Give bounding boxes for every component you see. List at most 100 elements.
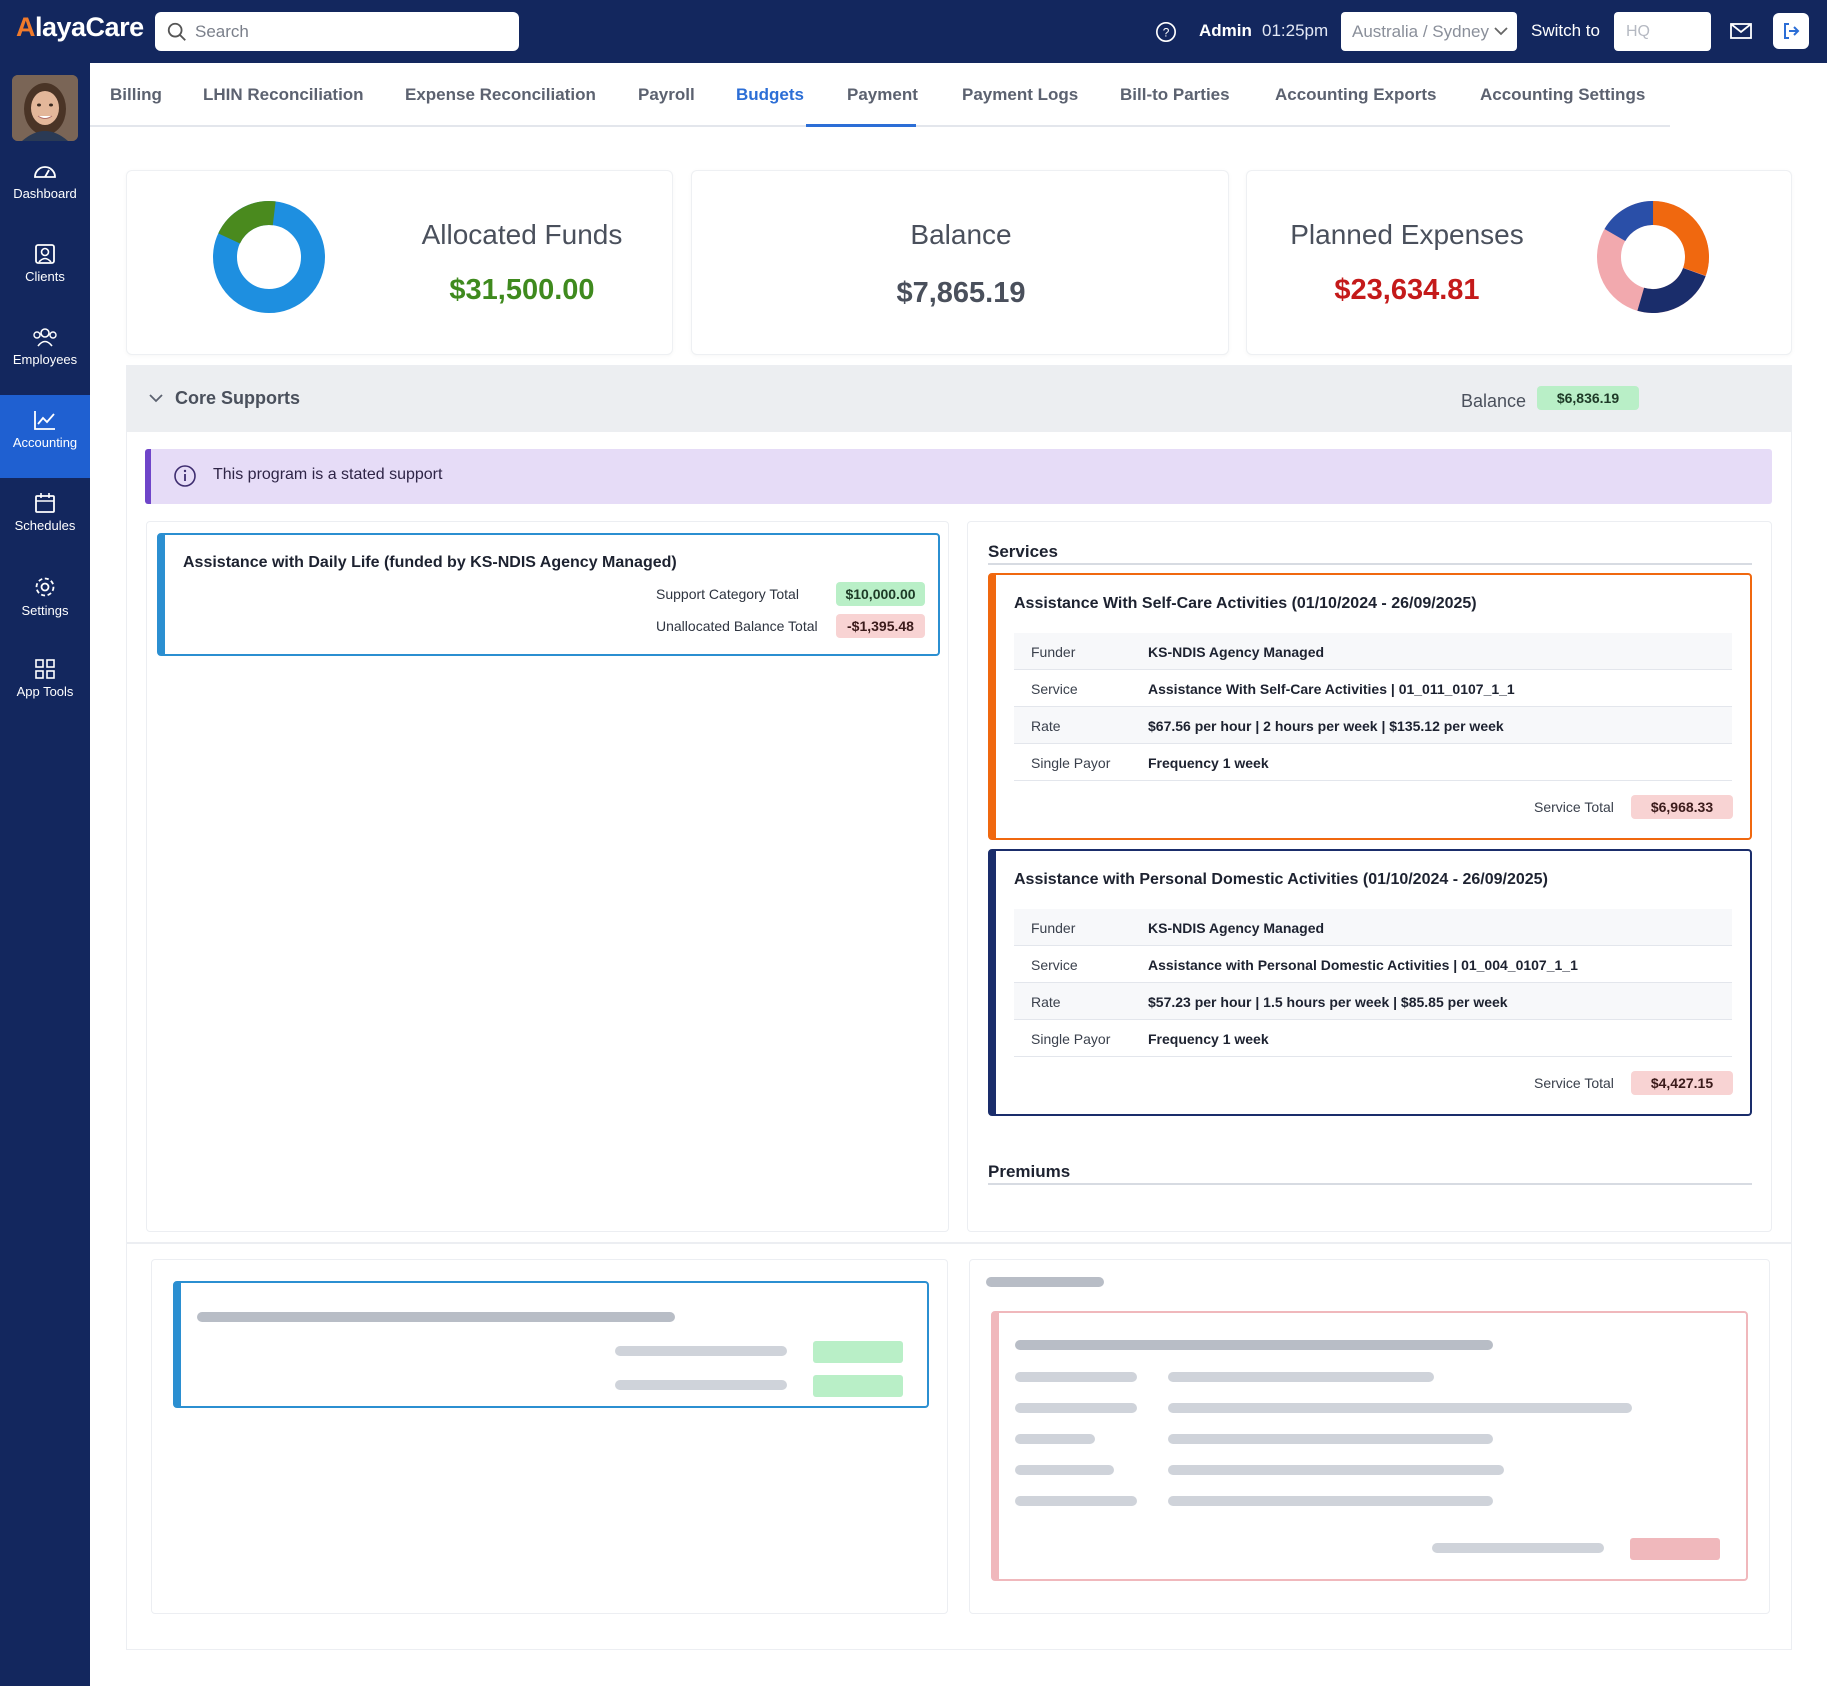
skeleton-pill	[1630, 1538, 1720, 1560]
skeleton-pill	[813, 1341, 903, 1363]
tab-accounting-exports[interactable]: Accounting Exports	[1275, 85, 1437, 105]
skeleton-category-card	[173, 1281, 929, 1408]
service-total-value: $6,968.33	[1631, 795, 1733, 819]
calendar-icon	[35, 493, 55, 513]
support-category-total-value: $10,000.00	[836, 582, 925, 606]
sidebar-item-settings[interactable]: Settings	[0, 561, 90, 644]
core-supports-title: Core Supports	[175, 388, 301, 408]
switch-to-label: Switch to	[1531, 21, 1600, 40]
info-icon	[174, 465, 196, 487]
service-row-rate: Rate $67.56 per hour | 2 hours per week …	[1014, 707, 1732, 744]
region-select[interactable]: Australia / Sydney	[1341, 12, 1517, 51]
help-icon[interactable]: ?	[1155, 21, 1177, 43]
logout-button[interactable]	[1773, 13, 1809, 49]
planned-expenses-value: $23,634.81	[1334, 274, 1480, 306]
service-row-single-payor: Single Payor Frequency 1 week	[1014, 1020, 1732, 1057]
avatar[interactable]	[12, 75, 78, 141]
service-row-value: Frequency 1 week	[1148, 755, 1269, 771]
skeleton-line	[1168, 1496, 1493, 1506]
tab-lhin-reconciliation[interactable]: LHIN Reconciliation	[203, 85, 364, 105]
skeleton-line	[615, 1346, 787, 1356]
service-row-single-payor: Single Payor Frequency 1 week	[1014, 744, 1732, 781]
service-row-key: Single Payor	[1031, 755, 1111, 771]
top-bar: AlayaCare ? Admin 01:25pm Australia / Sy…	[0, 0, 1827, 63]
skeleton-line	[197, 1312, 675, 1322]
sidebar-item-app-tools[interactable]: App Tools	[0, 644, 90, 727]
logout-icon	[1784, 23, 1800, 39]
sidebar-item-dashboard[interactable]: Dashboard	[0, 146, 90, 229]
chevron-down-icon	[1494, 27, 1508, 36]
service-row-value: KS-NDIS Agency Managed	[1148, 644, 1325, 660]
skeleton-line	[1432, 1543, 1604, 1553]
service-total-value: $4,427.15	[1631, 1071, 1733, 1095]
tab-payroll[interactable]: Payroll	[638, 85, 695, 105]
skeleton-line	[1015, 1403, 1137, 1413]
service-row-key: Rate	[1031, 994, 1061, 1010]
service-card[interactable]: Assistance with Personal Domestic Activi…	[988, 849, 1752, 1116]
unallocated-balance-value: -$1,395.48	[836, 614, 925, 638]
unallocated-balance-label: Unallocated Balance Total	[656, 618, 818, 634]
skeleton-line	[1168, 1465, 1504, 1475]
service-row-value: Frequency 1 week	[1148, 1031, 1269, 1047]
app-logo[interactable]: AlayaCare	[16, 12, 144, 43]
sidebar-item-label: Settings	[21, 603, 69, 618]
service-row-key: Service	[1031, 681, 1078, 697]
service-row-value: Assistance with Personal Domestic Activi…	[1148, 957, 1578, 973]
gear-icon	[35, 577, 55, 597]
region-value: Australia / Sydney	[1352, 22, 1490, 41]
active-tab-indicator	[806, 124, 916, 127]
skeleton-line	[615, 1380, 787, 1390]
skeleton-line	[1015, 1465, 1114, 1475]
service-row-value: $57.23 per hour | 1.5 hours per week | $…	[1148, 994, 1508, 1010]
sidebar-item-label: Clients	[25, 269, 65, 284]
core-supports-header[interactable]: Core Supports Balance $6,836.19	[127, 366, 1791, 432]
services-divider	[988, 563, 1752, 565]
sidebar: Dashboard Clients Employees Accounting S…	[0, 63, 90, 1686]
switch-to-field[interactable]	[1614, 12, 1711, 51]
service-row-rate: Rate $57.23 per hour | 1.5 hours per wee…	[1014, 983, 1732, 1020]
planned-expenses-donut	[1597, 201, 1709, 313]
dashboard-gauge-icon	[34, 166, 56, 178]
skeleton-pill	[813, 1375, 903, 1397]
tab-bill-to-parties[interactable]: Bill-to Parties	[1120, 85, 1230, 105]
balance-value: $7,865.19	[896, 277, 1026, 309]
service-title: Assistance With Self-Care Activities (01…	[1014, 595, 1477, 612]
tab-expense-reconciliation[interactable]: Expense Reconciliation	[405, 85, 596, 105]
sidebar-item-clients[interactable]: Clients	[0, 229, 90, 312]
service-row-key: Single Payor	[1031, 1031, 1111, 1047]
stated-support-notice: This program is a stated support	[145, 449, 1772, 504]
search-box[interactable]	[155, 12, 519, 51]
skeleton-line	[1168, 1372, 1434, 1382]
app-logo-text: layaCare	[35, 12, 144, 42]
service-row-key: Funder	[1031, 644, 1076, 660]
service-row-key: Service	[1031, 957, 1078, 973]
tab-billing[interactable]: Billing	[110, 85, 162, 105]
tab-payment-logs[interactable]: Payment Logs	[962, 85, 1078, 105]
sidebar-item-label: Accounting	[12, 435, 78, 450]
service-row-value: Assistance With Self-Care Activities | 0…	[1148, 681, 1515, 697]
switch-to-input[interactable]	[1614, 12, 1711, 51]
chevron-down-icon[interactable]	[149, 393, 163, 403]
planned-expenses-title: Planned Expenses	[1290, 219, 1524, 250]
tab-payment[interactable]: Payment	[847, 85, 918, 105]
service-total-label: Service Total	[1534, 799, 1614, 815]
sidebar-item-schedules[interactable]: Schedules	[0, 478, 90, 561]
sidebar-item-employees[interactable]: Employees	[0, 312, 90, 395]
sidebar-item-accounting[interactable]: Accounting	[0, 395, 90, 478]
service-row-service: Service Assistance With Self-Care Activi…	[1014, 670, 1732, 707]
sidebar-item-label: Employees	[12, 352, 78, 367]
service-row-funder: Funder KS-NDIS Agency Managed	[1014, 909, 1732, 946]
skeleton-line	[1168, 1403, 1632, 1413]
accounting-tabs: Billing LHIN Reconciliation Expense Reco…	[90, 63, 1670, 127]
service-row-value: $67.56 per hour | 2 hours per week | $13…	[1148, 718, 1504, 734]
support-category-card[interactable]: Assistance with Daily Life (funded by KS…	[157, 533, 940, 656]
allocated-funds-card: Allocated Funds $31,500.00	[126, 170, 673, 355]
service-card[interactable]: Assistance With Self-Care Activities (01…	[988, 573, 1752, 840]
service-row-service: Service Assistance with Personal Domesti…	[1014, 946, 1732, 983]
mail-icon[interactable]	[1729, 20, 1753, 42]
search-input[interactable]	[195, 12, 505, 51]
tab-budgets[interactable]: Budgets	[736, 85, 804, 105]
user-name[interactable]: Admin	[1199, 21, 1252, 41]
service-row-key: Funder	[1031, 920, 1076, 936]
tab-accounting-settings[interactable]: Accounting Settings	[1480, 85, 1645, 105]
